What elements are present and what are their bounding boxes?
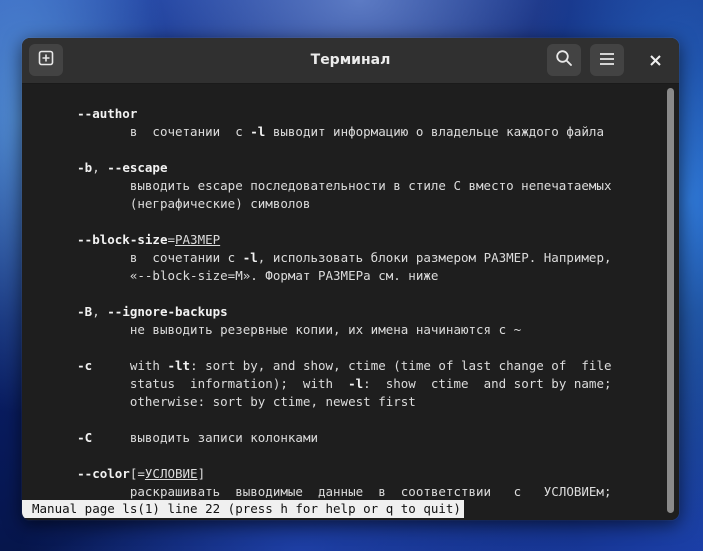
- header-bar: Терминал: [22, 38, 679, 84]
- flag-author: --author: [77, 106, 138, 121]
- desc-text: with: [129, 358, 168, 373]
- terminal-window: Терминал --author в сочетании с -l вывод…: [22, 38, 679, 520]
- bracket-close: ]: [197, 466, 206, 481]
- desc-text: «--block-size=M». Формат РАЗМЕРа см. ниж…: [129, 268, 439, 283]
- desc-text: status information); with: [129, 376, 349, 391]
- main-menu-button[interactable]: [590, 44, 624, 76]
- desc-text: выводит информацию о владельце каждого ф…: [265, 124, 604, 139]
- flag-ignore-backups: --ignore-backups: [107, 304, 228, 319]
- desc-text: раскрашивать выводимые данные в соответс…: [129, 484, 612, 499]
- flag-C: -C: [77, 430, 93, 445]
- flag-c: -c: [77, 358, 93, 373]
- desc-text: в сочетании с: [129, 124, 251, 139]
- arg-size: РАЗМЕР: [175, 232, 221, 247]
- man-entry-color-desc: раскрашивать выводимые данные в соответс…: [32, 483, 612, 501]
- flag-l: -l: [348, 376, 364, 391]
- bracket-open: [=: [129, 466, 145, 481]
- search-button[interactable]: [547, 44, 581, 76]
- flag-l: -l: [242, 250, 258, 265]
- man-entry-ctime-3: otherwise: sort by ctime, newest first: [32, 393, 416, 411]
- man-entry-escape-flag: -b, --escape: [32, 159, 168, 177]
- man-entry-columns: -C выводить записи колонками: [32, 429, 318, 447]
- flag-B: -B: [77, 304, 93, 319]
- man-entry-block-size-desc-1: в сочетании с -l, использовать блоки раз…: [32, 249, 612, 267]
- pager-status-line: Manual page ls(1) line 22 (press h for h…: [22, 500, 464, 518]
- flag-color: --color: [77, 466, 130, 481]
- vertical-scrollbar[interactable]: [667, 88, 674, 513]
- man-entry-ignore-backups-desc: не выводить резервные копии, их имена на…: [32, 321, 521, 339]
- man-entry-author-flag: --author: [32, 105, 137, 123]
- man-entry-block-size-desc-2: «--block-size=M». Формат РАЗМЕРа см. ниж…: [32, 267, 439, 285]
- separator: ,: [92, 160, 108, 175]
- man-entry-color-flag: --color[=УСЛОВИЕ]: [32, 465, 205, 483]
- desc-text: выводить escape последовательности в сти…: [129, 178, 612, 193]
- man-entry-escape-desc-1: выводить escape последовательности в сти…: [32, 177, 612, 195]
- desc-text: (неграфические) символов: [129, 196, 311, 211]
- flag-block-size: --block-size: [77, 232, 168, 247]
- desc-text: otherwise: sort by ctime, newest first: [129, 394, 416, 409]
- search-icon: [555, 49, 573, 71]
- equals-sign: =: [167, 232, 175, 247]
- hamburger-menu-icon: [599, 51, 615, 70]
- man-entry-block-size-flag: --block-size=РАЗМЕР: [32, 231, 220, 249]
- new-tab-icon: [38, 50, 54, 70]
- close-icon: [649, 51, 661, 70]
- close-button[interactable]: [644, 49, 666, 71]
- flag-b: -b: [77, 160, 93, 175]
- desc-text: : show ctime and sort by name;: [363, 376, 612, 391]
- desc-text: , использовать блоки размером РАЗМЕР. На…: [257, 250, 612, 265]
- man-entry-ctime-2: status information); with -l: show ctime…: [32, 375, 612, 393]
- desc-text: выводить записи колонками: [129, 430, 319, 445]
- separator: ,: [92, 304, 108, 319]
- flag-l: -l: [250, 124, 266, 139]
- man-entry-escape-desc-2: (неграфические) символов: [32, 195, 311, 213]
- desc-text: : sort by, and show, ctime (time of last…: [190, 358, 612, 373]
- arg-condition: УСЛОВИЕ: [144, 466, 198, 481]
- desc-text: в сочетании с: [129, 250, 243, 265]
- new-tab-button[interactable]: [29, 44, 63, 76]
- terminal-output[interactable]: --author в сочетании с -l выводит информ…: [22, 84, 679, 520]
- flag-lt: -lt: [167, 358, 191, 373]
- flag-escape: --escape: [107, 160, 168, 175]
- desc-text: не выводить резервные копии, их имена на…: [129, 322, 522, 337]
- man-entry-ignore-backups-flag: -B, --ignore-backups: [32, 303, 228, 321]
- man-entry-author-desc: в сочетании с -l выводит информацию о вл…: [32, 123, 604, 141]
- man-entry-ctime-1: -c with -lt: sort by, and show, ctime (t…: [32, 357, 612, 375]
